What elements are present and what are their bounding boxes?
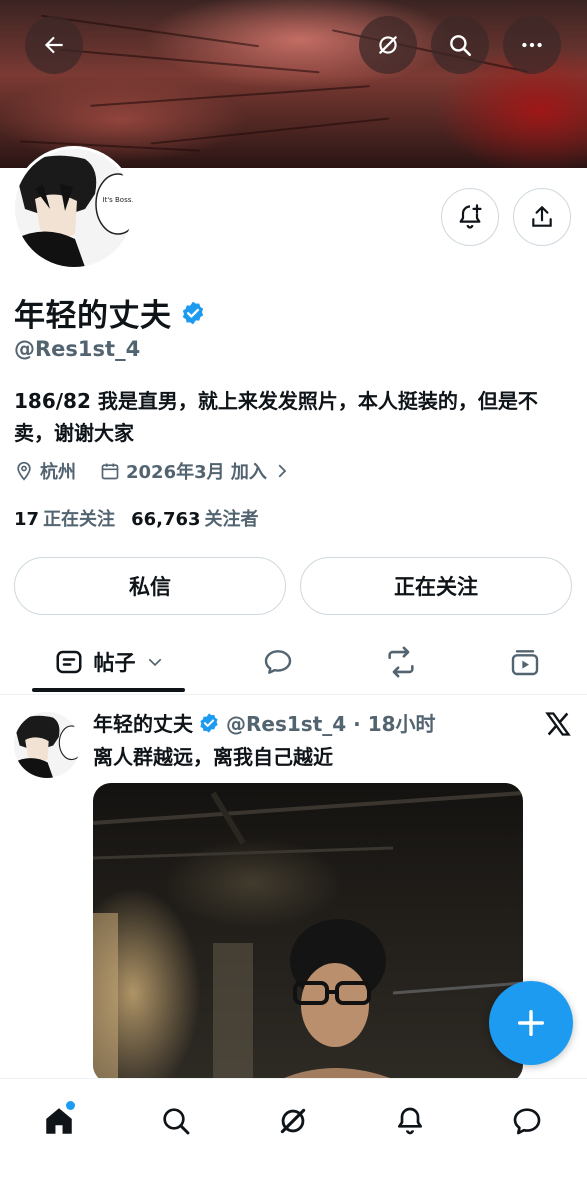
notify-button[interactable]: [441, 188, 499, 246]
profile-meta: 杭州 2026年3月 加入: [14, 458, 297, 484]
chat-bubble-icon: [264, 650, 292, 674]
following-label: 正在关注: [43, 509, 116, 530]
profile-handle: @Res1st_4: [14, 337, 141, 361]
calendar-icon: [101, 463, 119, 480]
share-button[interactable]: [513, 188, 571, 246]
grok-button[interactable]: [359, 16, 417, 74]
chat-icon: [513, 1108, 541, 1135]
plus-icon: [517, 1009, 545, 1037]
active-tab-indicator: [32, 688, 185, 692]
posts-icon: [56, 650, 81, 674]
more-button[interactable]: [503, 16, 561, 74]
nav-messages[interactable]: [503, 1097, 551, 1145]
verified-badge-icon: [182, 301, 203, 324]
nav-grok[interactable]: [269, 1097, 317, 1145]
followers-count: 66,763: [131, 509, 201, 530]
joined-text[interactable]: 2026年3月 加入: [126, 458, 267, 484]
profile-avatar[interactable]: It's Boss.: [12, 146, 136, 270]
tweet-media-image[interactable]: [93, 783, 523, 1083]
tab-replies[interactable]: [250, 630, 306, 694]
followers-label: 关注者: [204, 509, 259, 530]
chevron-right-icon[interactable]: [273, 462, 291, 480]
tab-posts[interactable]: 帖子: [32, 630, 185, 694]
tweet-avatar[interactable]: [14, 712, 80, 778]
avatar-speech-text: It's Boss.: [102, 196, 133, 204]
profile-tabs: 帖子: [0, 630, 587, 695]
following-count: 17: [14, 509, 40, 530]
repost-icon: [388, 646, 414, 678]
tweet-header: 年轻的丈夫 @Res1st_4 · 18小时: [93, 708, 436, 737]
search-icon: [163, 1108, 190, 1135]
display-name: 年轻的丈夫: [14, 290, 206, 335]
location-text: 杭州: [40, 462, 76, 483]
nav-home[interactable]: [35, 1097, 83, 1145]
chevron-down-icon: [148, 658, 161, 667]
back-button[interactable]: [25, 16, 83, 74]
follow-stats: 17 正在关注 66,763 关注者: [14, 505, 259, 531]
nav-search[interactable]: [152, 1097, 200, 1145]
avatar-illustration: It's Boss.: [15, 149, 133, 267]
arrow-left-icon: [44, 36, 63, 54]
message-button[interactable]: 私信: [14, 557, 286, 615]
grok-icon: [280, 1108, 306, 1134]
bell-plus-icon: [459, 204, 482, 229]
tab-reposts[interactable]: [373, 630, 429, 694]
compose-button[interactable]: [489, 981, 573, 1065]
x-logo-icon[interactable]: [544, 710, 572, 742]
video-icon: [511, 650, 539, 676]
location-pin-icon: [17, 461, 31, 481]
display-name-text: 年轻的丈夫: [14, 298, 172, 334]
bell-icon: [398, 1107, 422, 1135]
unfollow-button[interactable]: 正在关注: [300, 557, 572, 615]
followers-link[interactable]: 66,763 关注者: [131, 505, 258, 531]
tweet-text: 离人群越远，离我自己越近: [93, 745, 333, 769]
more-icon: [522, 42, 542, 48]
tweet-author-name[interactable]: 年轻的丈夫: [93, 708, 193, 737]
following-link[interactable]: 17 正在关注: [14, 505, 115, 531]
profile-bio: 186/82 我是直男，就上来发发照片，本人挺装的，但是不卖，谢谢大家: [14, 389, 538, 445]
nav-notifications[interactable]: [386, 1097, 434, 1145]
tab-posts-label: 帖子: [93, 651, 136, 675]
bottom-nav: [0, 1078, 587, 1201]
home-unread-dot: [66, 1101, 75, 1110]
tab-media[interactable]: [497, 630, 553, 694]
search-button[interactable]: [431, 16, 489, 74]
grok-icon: [379, 36, 397, 54]
profile-banner[interactable]: [0, 0, 587, 168]
share-icon: [532, 206, 552, 227]
verified-badge-icon: [200, 712, 218, 733]
search-icon: [450, 35, 472, 57]
tweet-meta: @Res1st_4 · 18小时: [226, 712, 436, 736]
